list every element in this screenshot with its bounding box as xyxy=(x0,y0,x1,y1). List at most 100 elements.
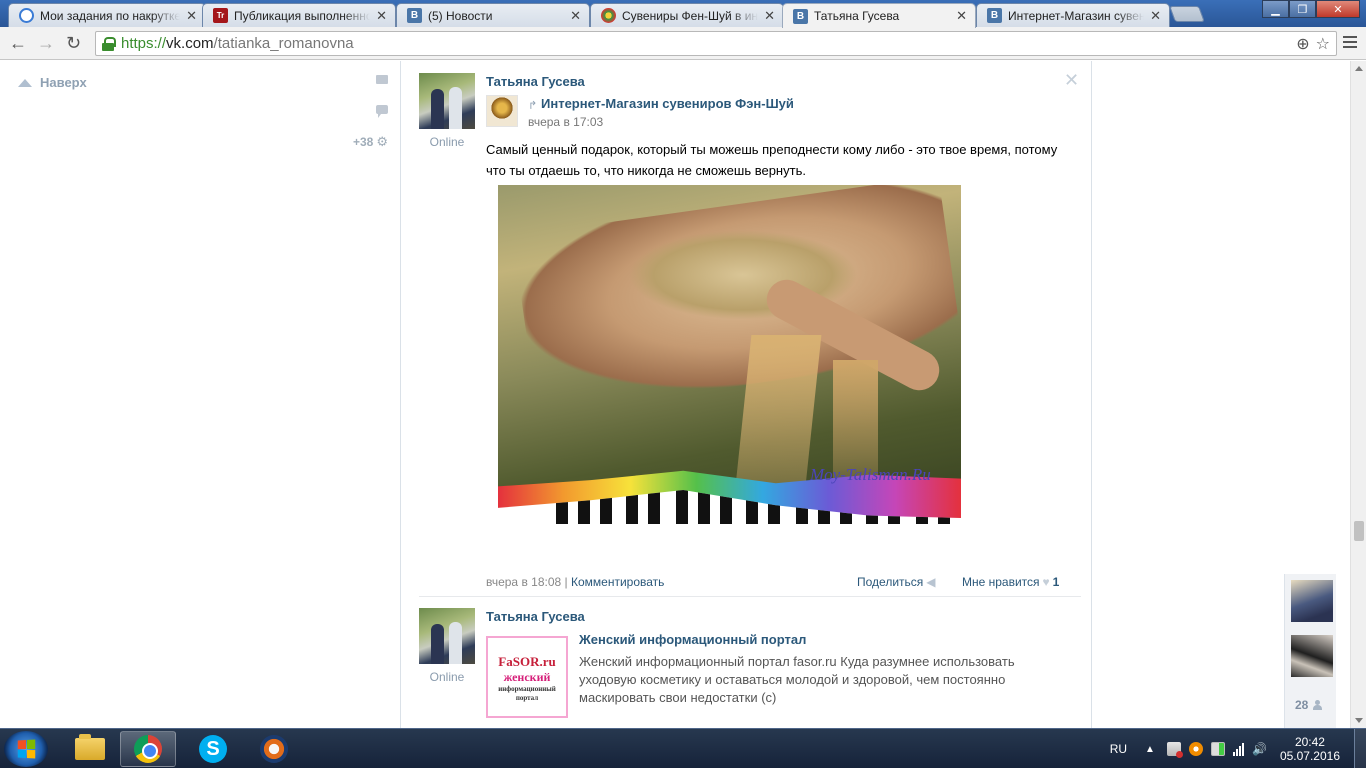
clock-date: 05.07.2016 xyxy=(1279,749,1340,763)
link-thumb-tagline: женский xyxy=(503,670,551,684)
folder-icon xyxy=(75,734,105,760)
notifications-counter[interactable]: +38 ⚙ xyxy=(340,134,388,150)
tr-icon: Tr xyxy=(213,8,228,23)
repost-source-link[interactable]: Интернет-Магазин сувениров Фэн-Шуй xyxy=(541,96,794,111)
url-path: /tatianka_romanovna xyxy=(213,35,354,52)
counter-value: +38 xyxy=(352,135,374,149)
post-divider xyxy=(419,596,1081,597)
browser-toolbar: ← → ↻ https://vk.com/tatianka_romanovna … xyxy=(0,27,1366,60)
vk-icon: B xyxy=(793,8,808,24)
friends-count[interactable]: 28 xyxy=(1295,698,1323,712)
volume-icon[interactable]: 🔊 xyxy=(1252,742,1267,756)
post-time[interactable]: вчера в 18:08 xyxy=(486,575,561,589)
ccleaner-icon xyxy=(260,735,288,763)
tab-close-icon[interactable]: ✕ xyxy=(376,8,387,24)
avatar[interactable] xyxy=(419,608,475,664)
action-center-icon[interactable] xyxy=(1166,742,1183,758)
scroll-to-top-button[interactable]: Наверх xyxy=(18,75,87,90)
tab-close-icon[interactable]: ✕ xyxy=(764,8,775,24)
url-host: vk.com xyxy=(166,35,214,52)
post-text: Самый ценный подарок, который ты можешь … xyxy=(486,142,1058,178)
gear-icon[interactable]: ⚙ xyxy=(376,134,388,150)
fengshui-icon xyxy=(601,8,616,23)
post-author-link[interactable]: Татьяна Гусева xyxy=(486,609,585,624)
forward-arrow-icon[interactable]: → xyxy=(37,33,55,54)
tab-tasks[interactable]: Мои задания по накрутке ✕ xyxy=(8,3,206,27)
online-status: Online xyxy=(429,670,465,684)
repost-time[interactable]: вчера в 17:03 xyxy=(528,115,603,129)
tab-shop[interactable]: B Интернет-Магазин сувениров ✕ xyxy=(976,3,1170,27)
person-icon xyxy=(1313,700,1323,710)
close-icon[interactable]: ✕ xyxy=(1064,70,1079,91)
minimize-icon[interactable]: ▁ xyxy=(1262,0,1289,18)
tab-souvenirs[interactable]: Сувениры Фен-Шуй в интернет ✕ xyxy=(590,3,784,27)
taskbar-skype[interactable]: S xyxy=(185,731,241,767)
link-title[interactable]: Женский информационный портал xyxy=(579,632,806,647)
language-indicator[interactable]: RU xyxy=(1110,742,1127,756)
new-tab-button[interactable] xyxy=(1169,6,1205,22)
windows-logo-icon xyxy=(17,739,36,759)
friends-count-value: 28 xyxy=(1295,698,1309,712)
app-tray-icon[interactable] xyxy=(1188,742,1203,756)
scrollbar-thumb[interactable] xyxy=(1354,521,1364,541)
friends-widget: 28 xyxy=(1284,574,1336,728)
comment-link[interactable]: Комментировать xyxy=(571,575,664,589)
url-scheme: https:// xyxy=(121,35,167,52)
tab-title: Публикация выполненного xyxy=(234,8,371,23)
chrome-icon xyxy=(134,735,162,763)
taskbar-chrome[interactable] xyxy=(120,731,176,767)
share-button[interactable]: Поделиться ◀ xyxy=(857,575,936,589)
repost-source-avatar[interactable] xyxy=(486,95,518,127)
wall-feed: Online Татьяна Гусева ✕ ↱ Интернет-Магаз… xyxy=(400,61,1092,728)
taskbar-ccleaner[interactable] xyxy=(246,731,302,767)
post-photo[interactable]: Moy-Talisman.Ru xyxy=(498,185,961,541)
tab-close-icon[interactable]: ✕ xyxy=(570,8,581,24)
tab-title: (5) Новости xyxy=(428,8,493,23)
taskbar-explorer[interactable] xyxy=(62,731,118,767)
comment-bubble-icon[interactable] xyxy=(376,105,388,118)
back-arrow-icon[interactable]: ← xyxy=(9,33,27,54)
page-scrollbar[interactable] xyxy=(1350,61,1366,728)
show-desktop-button[interactable] xyxy=(1354,729,1366,768)
link-thumbnail[interactable]: FaSOR.ru женский информационный портал xyxy=(486,636,568,718)
friend-avatar[interactable] xyxy=(1291,635,1333,677)
online-status: Online xyxy=(429,135,465,149)
scroll-to-top-label: Наверх xyxy=(40,75,87,90)
heart-icon: ♥ xyxy=(1042,575,1050,589)
vk-icon: B xyxy=(987,8,1002,23)
skype-icon: S xyxy=(199,735,227,763)
envelope-icon[interactable] xyxy=(376,75,388,84)
post-author-link[interactable]: Татьяна Гусева xyxy=(486,74,585,89)
tab-tatiana[interactable]: B Татьяна Гусева ✕ xyxy=(782,3,976,28)
start-button[interactable] xyxy=(4,731,48,767)
like-button[interactable]: Мне нравится ♥ 1 xyxy=(962,575,1059,589)
post-footer: вчера в 18:08 | Комментировать Поделитьс… xyxy=(486,575,1060,589)
tab-close-icon[interactable]: ✕ xyxy=(186,8,197,24)
link-description: Женский информационный портал fasor.ru К… xyxy=(579,654,1015,705)
maximize-icon[interactable]: ❐ xyxy=(1289,0,1316,18)
photo-watermark: Moy-Talisman.Ru xyxy=(810,465,931,484)
scroll-down-icon[interactable] xyxy=(1355,718,1363,723)
address-bar[interactable]: https://vk.com/tatianka_romanovna ⊕ ☆ xyxy=(95,31,1337,56)
tab-close-icon[interactable]: ✕ xyxy=(956,8,967,24)
tab-publication[interactable]: Tr Публикация выполненного ✕ xyxy=(202,3,396,27)
battery-icon[interactable] xyxy=(1210,742,1225,756)
left-column: Наверх +38 ⚙ xyxy=(0,61,400,728)
lock-icon xyxy=(102,36,116,51)
zoom-icon[interactable]: ⊕ xyxy=(1296,34,1309,54)
avatar[interactable] xyxy=(419,73,475,129)
clock-time: 20:42 xyxy=(1294,735,1325,749)
browser-tab-strip: Мои задания по накрутке ✕ Tr Публикация … xyxy=(0,0,1366,28)
hamburger-menu-icon[interactable] xyxy=(1342,34,1358,50)
close-window-icon[interactable]: ✕ xyxy=(1316,0,1360,18)
like-label: Мне нравится xyxy=(962,575,1040,589)
reload-icon[interactable]: ↻ xyxy=(66,33,81,54)
system-clock[interactable]: 20:42 05.07.2016 xyxy=(1280,735,1340,763)
scroll-up-icon[interactable] xyxy=(1355,66,1363,71)
bookmark-star-icon[interactable]: ☆ xyxy=(1316,34,1330,54)
friend-avatar[interactable] xyxy=(1291,580,1333,622)
tray-expand-icon[interactable]: ▲ xyxy=(1145,744,1155,755)
network-signal-icon[interactable] xyxy=(1232,742,1244,756)
tab-news[interactable]: B (5) Новости ✕ xyxy=(396,3,590,27)
tab-close-icon[interactable]: ✕ xyxy=(1150,8,1161,24)
